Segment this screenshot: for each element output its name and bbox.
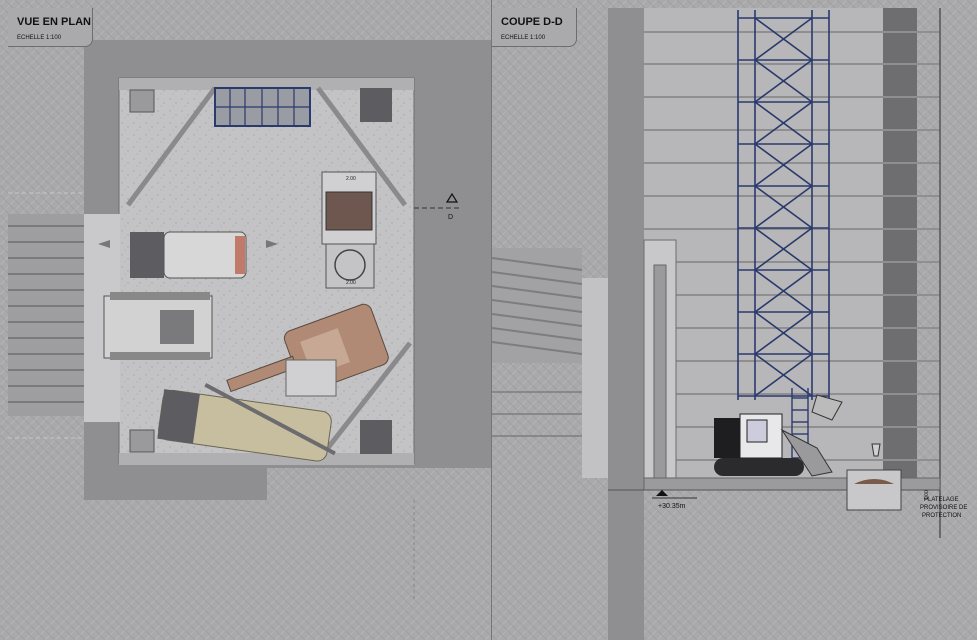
column-core [653,264,667,479]
mini-digger-cab [160,310,194,344]
section-marker-label: D [448,214,453,221]
note-line-3: PROTECTION [922,513,961,519]
sump-pit [846,469,902,511]
mini-digger-track-top [110,292,210,300]
plan-title-tab: VUE EN PLAN ECHELLE 1:100 [8,8,93,47]
section-wall-right [883,8,917,478]
plan-view-panel: 2.00 2.00 D VUE EN PLAN ECHELLE 1:100 [0,0,492,640]
plan-view-drawing: 2.00 2.00 D [0,0,492,640]
dimension-label-a: 2.00 [346,176,356,182]
bottom-ledge [119,453,414,465]
plan-title: VUE EN PLAN [17,16,91,28]
ground-cutout [267,468,491,500]
section-title-tab: COUPE D-D ECHELLE 1:100 [492,8,577,47]
excavator-counterweight [285,359,337,397]
section-view-panel: +30.35m 1.00 PLATELAGE PROVISOIRE DE PRO… [492,0,977,640]
section-scale: ECHELLE 1:100 [501,35,546,41]
drawing-sheet: 2.00 2.00 D VUE EN PLAN ECHELLE 1:100 +3… [0,0,977,640]
note-line-1: PLATELAGE [924,497,959,503]
section-view-drawing: +30.35m 1.00 PLATELAGE PROVISOIRE DE PRO… [492,0,977,640]
dumper-cab [130,232,164,278]
section-wall-left [608,8,644,640]
corner-block-top-left [129,89,155,113]
mini-digger [103,295,213,359]
shaft-interior [644,8,883,478]
dimension-label-b: 2.00 [346,280,356,286]
plan-scale: ECHELLE 1:100 [17,35,62,41]
sump-light-icon [871,443,881,457]
tunnel-frame [582,278,608,478]
corner-block-bottom-left [129,429,155,453]
mini-digger-track-bottom [110,352,210,360]
corner-block-top-right [360,88,392,122]
skip-bin [325,191,373,231]
dumper-light [235,236,245,274]
note-line-2: PROVISOIRE DE [920,505,967,511]
section-title: COUPE D-D [501,16,563,28]
dumper-body [163,231,247,279]
corner-block-bottom-right [360,420,392,454]
elevation-label: +30.35m [658,503,686,510]
